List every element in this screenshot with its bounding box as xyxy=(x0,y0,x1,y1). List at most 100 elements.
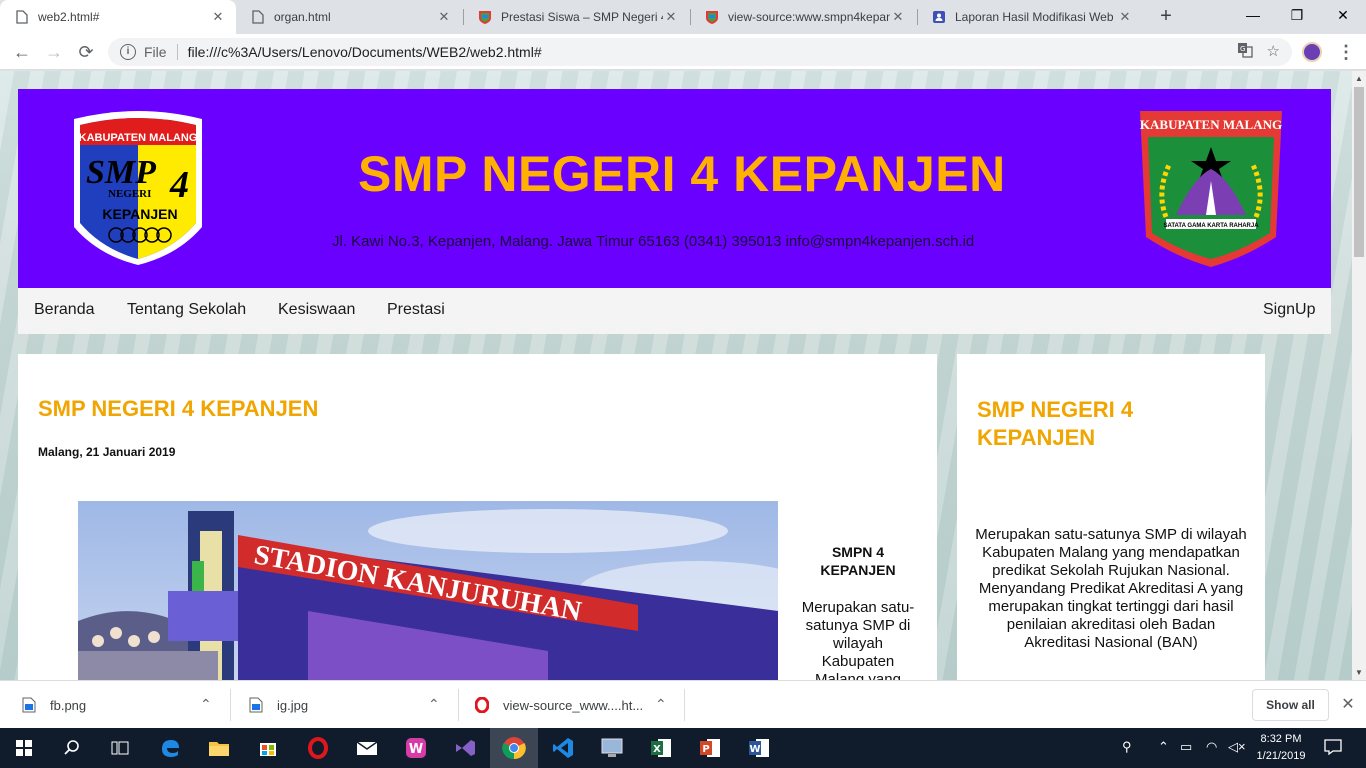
search-icon[interactable] xyxy=(48,728,96,768)
nav-prestasi[interactable]: Prestasi xyxy=(387,301,445,319)
nav-beranda[interactable]: Beranda xyxy=(34,301,95,319)
site-address: Jl. Kawi No.3, Kepanjen, Malang. Jawa Ti… xyxy=(332,233,975,250)
browser-toolbar: ← → ⟳ i File file:///c%3A/Users/Lenovo/D… xyxy=(0,34,1366,70)
download-item-fb[interactable]: fb.png xyxy=(22,681,86,729)
store-icon[interactable] xyxy=(244,728,292,768)
tab-laporan[interactable]: Laporan Hasil Modifikasi Web ✕ xyxy=(917,0,1143,34)
sidebar-card: SMP NEGERI 4 KEPANJEN Merupakan satu-sat… xyxy=(957,354,1265,680)
svg-text:SMP: SMP xyxy=(86,154,156,191)
vscode-icon[interactable] xyxy=(539,728,587,768)
tab-close-icon[interactable]: ✕ xyxy=(1117,9,1133,25)
mail-icon[interactable] xyxy=(343,728,391,768)
chevron-up-icon[interactable]: ⌃ xyxy=(655,696,667,713)
file-icon xyxy=(250,9,266,25)
download-filename: view-source_www....ht... xyxy=(503,697,644,713)
show-all-button[interactable]: Show all xyxy=(1252,689,1329,721)
tab-close-icon[interactable]: ✕ xyxy=(890,9,906,25)
svg-text:KEPANJEN: KEPANJEN xyxy=(102,206,177,222)
chrome-icon[interactable] xyxy=(490,728,538,768)
info-icon[interactable]: i xyxy=(120,44,136,60)
close-window-button[interactable]: ✕ xyxy=(1320,0,1366,30)
tab-title: Laporan Hasil Modifikasi Web xyxy=(955,10,1114,24)
tab-organ[interactable]: organ.html ✕ xyxy=(236,0,462,34)
wifi-icon[interactable]: ◠ xyxy=(1206,739,1217,755)
bookmark-star-icon[interactable]: ☆ xyxy=(1267,42,1280,62)
photo-caption: SMPN 4 KEPANJEN Merupakan satu-satunya S… xyxy=(798,543,918,680)
nav-signup[interactable]: SignUp xyxy=(1263,301,1315,319)
school-logo: KABUPATEN MALANG SMP NEGERI 4 KEPANJEN xyxy=(74,111,202,265)
page-viewport: KABUPATEN MALANG SMP NEGERI 4 KEPANJEN S… xyxy=(0,71,1352,680)
chevron-up-icon[interactable]: ⌃ xyxy=(200,696,212,713)
school-favicon-icon xyxy=(704,9,720,25)
chevron-up-icon[interactable]: ⌃ xyxy=(1158,739,1169,755)
svg-text:G: G xyxy=(1240,45,1245,53)
forward-button[interactable]: → xyxy=(42,40,66,64)
svg-text:NEGERI: NEGERI xyxy=(108,188,151,200)
new-tab-button[interactable]: + xyxy=(1154,5,1178,29)
reload-button[interactable]: ⟳ xyxy=(74,40,98,64)
back-button[interactable]: ← xyxy=(10,40,34,64)
page-scrollbar[interactable]: ▲ ▼ xyxy=(1352,71,1366,680)
stadium-photo: STADION KANJURUHAN xyxy=(78,501,778,680)
nav-kesiswaan[interactable]: Kesiswaan xyxy=(278,301,355,319)
svg-text:4: 4 xyxy=(169,164,189,206)
tab-close-icon[interactable]: ✕ xyxy=(436,9,452,25)
powerpoint-icon[interactable]: P xyxy=(686,728,734,768)
svg-text:W: W xyxy=(749,744,760,755)
download-item-view-source[interactable]: view-source_www....ht... xyxy=(475,681,643,729)
svg-text:KABUPATEN MALANG: KABUPATEN MALANG xyxy=(79,132,198,144)
battery-icon[interactable]: ▭ xyxy=(1180,739,1192,755)
image-file-icon xyxy=(22,697,36,713)
address-bar[interactable]: i File file:///c%3A/Users/Lenovo/Documen… xyxy=(108,38,1292,66)
school-favicon-icon xyxy=(477,9,493,25)
close-downloads-icon[interactable]: ✕ xyxy=(1339,693,1357,717)
tab-prestasi[interactable]: Prestasi Siswa – SMP Negeri 4 ✕ xyxy=(463,0,689,34)
browser-menu-icon[interactable]: ⋮ xyxy=(1337,40,1355,64)
volume-mute-icon[interactable]: ◁× xyxy=(1228,739,1246,755)
system-clock[interactable]: 8:32 PM 1/21/2019 xyxy=(1248,731,1314,765)
sidebar-text: Merupakan satu-satunya SMP di wilayah Ka… xyxy=(975,526,1247,651)
tab-title: organ.html xyxy=(274,10,331,24)
divider xyxy=(230,689,231,721)
svg-text:X: X xyxy=(653,744,661,755)
google-sites-icon xyxy=(931,9,947,25)
main-article: SMP NEGERI 4 KEPANJEN Malang, 21 Januari… xyxy=(18,354,937,680)
divider xyxy=(176,44,178,60)
translate-icon[interactable]: G xyxy=(1237,42,1253,62)
url-text[interactable]: file:///c%3A/Users/Lenovo/Documents/WEB2… xyxy=(188,44,542,60)
notification-icon[interactable] xyxy=(1324,739,1342,758)
site-title: SMP NEGERI 4 KEPANJEN xyxy=(358,146,1006,202)
clock-date: 1/21/2019 xyxy=(1256,750,1306,762)
monitor-app-icon[interactable] xyxy=(588,728,636,768)
opera-icon xyxy=(475,697,489,713)
tab-title: Prestasi Siswa – SMP Negeri 4 xyxy=(501,10,663,24)
restore-button[interactable]: ❐ xyxy=(1274,0,1320,30)
chevron-up-icon[interactable]: ⌃ xyxy=(428,696,440,713)
task-view-icon[interactable] xyxy=(96,728,144,768)
tab-web2[interactable]: web2.html# ✕ xyxy=(0,0,236,34)
app-w-icon[interactable]: W xyxy=(392,728,440,768)
visual-studio-icon[interactable] xyxy=(441,728,489,768)
tab-close-icon[interactable]: ✕ xyxy=(210,9,226,25)
scroll-up-icon[interactable]: ▲ xyxy=(1355,74,1363,83)
tab-close-icon[interactable]: ✕ xyxy=(663,9,679,25)
site-header: KABUPATEN MALANG SMP NEGERI 4 KEPANJEN S… xyxy=(18,89,1331,288)
caption-text: Merupakan satu-satunya SMP di wilayah Ka… xyxy=(801,599,915,680)
edge-icon[interactable] xyxy=(146,728,194,768)
minimize-button[interactable]: — xyxy=(1230,0,1276,30)
omnibox-actions: G ☆ xyxy=(1237,42,1280,62)
windows-start-icon[interactable] xyxy=(0,728,48,768)
clock-time: 8:32 PM xyxy=(1260,733,1302,745)
opera-icon[interactable] xyxy=(294,728,342,768)
file-explorer-icon[interactable] xyxy=(195,728,243,768)
scroll-down-icon[interactable]: ▼ xyxy=(1355,668,1363,677)
excel-icon[interactable]: X xyxy=(637,728,685,768)
scroll-thumb[interactable] xyxy=(1354,87,1364,257)
svg-text:P: P xyxy=(702,744,709,755)
tab-view-source[interactable]: view-source:www.smpn4kepan ✕ xyxy=(690,0,916,34)
profile-avatar[interactable] xyxy=(1302,42,1322,62)
download-item-ig[interactable]: ig.jpg xyxy=(249,681,308,729)
word-icon[interactable]: W xyxy=(735,728,783,768)
people-icon[interactable]: ⚲ xyxy=(1122,739,1132,755)
nav-tentang-sekolah[interactable]: Tentang Sekolah xyxy=(127,301,246,319)
